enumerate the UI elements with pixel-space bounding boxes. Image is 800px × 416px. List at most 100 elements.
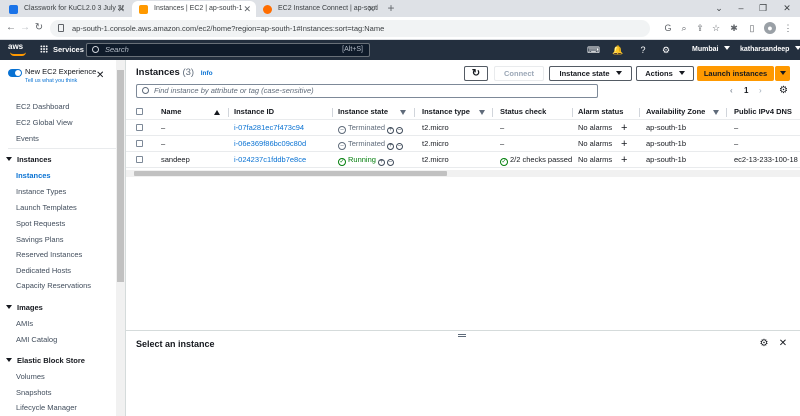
table-horizontal-scrollbar[interactable] bbox=[126, 170, 800, 177]
sidebar-section-instances[interactable]: Instances bbox=[6, 155, 52, 164]
help-icon[interactable]: ? bbox=[637, 44, 649, 56]
column-availability-zone[interactable]: Availability Zone bbox=[646, 104, 705, 120]
resize-handle-icon[interactable] bbox=[458, 334, 466, 337]
reload-icon[interactable]: ↻ bbox=[32, 21, 46, 35]
browser-tab-instance-connect[interactable]: EC2 Instance Connect | ap-south... ✕ bbox=[256, 1, 380, 17]
column-name[interactable]: Name bbox=[161, 104, 181, 120]
close-sidebar-icon[interactable]: ✕ bbox=[96, 70, 104, 81]
sidebar-item-spot-requests[interactable]: Spot Requests bbox=[16, 219, 65, 228]
filter-caret-icon[interactable] bbox=[400, 110, 406, 115]
zoom-in-icon[interactable]: + bbox=[387, 143, 395, 150]
table-row[interactable]: sandeep i-024237c1fddb7e8ce ✓ Running + – t… bbox=[126, 152, 800, 168]
add-alarm-icon[interactable]: + bbox=[621, 120, 627, 136]
profile-avatar[interactable]: ● bbox=[764, 22, 776, 34]
browser-tab-instances[interactable]: Instances | EC2 | ap-south-1 ✕ bbox=[132, 1, 256, 17]
close-tab-icon[interactable]: ✕ bbox=[117, 1, 125, 17]
refresh-button[interactable]: ↻ bbox=[464, 66, 488, 81]
bookmark-star-icon[interactable]: ☆ bbox=[710, 22, 722, 34]
zoom-out-icon[interactable]: – bbox=[396, 127, 404, 134]
aws-logo[interactable]: aws bbox=[8, 42, 30, 58]
zoom-in-icon[interactable]: + bbox=[377, 159, 385, 166]
sidebar-item-snapshots[interactable]: Snapshots bbox=[16, 388, 51, 397]
filter-caret-icon[interactable] bbox=[713, 110, 719, 115]
instance-state-dropdown[interactable]: Instance state bbox=[549, 66, 632, 81]
settings-gear-icon[interactable]: ⚙ bbox=[660, 44, 672, 56]
sidebar-item-events[interactable]: Events bbox=[16, 134, 39, 143]
region-selector[interactable]: Mumbai bbox=[692, 40, 731, 60]
sidebar-item-reserved-instances[interactable]: Reserved Instances bbox=[16, 250, 82, 259]
add-alarm-icon[interactable]: + bbox=[621, 152, 627, 168]
info-link[interactable]: Info bbox=[201, 70, 213, 77]
filter-input[interactable]: Find instance by attribute or tag (case-… bbox=[136, 84, 598, 98]
instance-id-link[interactable]: i-07fa281ec7f473c94 bbox=[234, 120, 304, 136]
new-tab-icon[interactable]: + bbox=[384, 1, 398, 15]
tab-search-icon[interactable]: ⌄ bbox=[708, 0, 730, 17]
url-field[interactable]: ap-south-1.console.aws.amazon.com/ec2/ho… bbox=[50, 20, 650, 37]
sidebar-item-instances[interactable]: Instances bbox=[16, 171, 51, 180]
filter-caret-icon[interactable] bbox=[479, 110, 485, 115]
sidebar-item-instance-types[interactable]: Instance Types bbox=[16, 187, 66, 196]
instance-id-link[interactable]: i-06e369f86bc09c80d bbox=[234, 136, 306, 152]
close-tab-icon[interactable]: ✕ bbox=[243, 1, 251, 17]
launch-instances-dropdown[interactable] bbox=[775, 66, 790, 81]
sidebar-item-dedicated-hosts[interactable]: Dedicated Hosts bbox=[16, 266, 71, 275]
row-checkbox[interactable] bbox=[136, 156, 143, 163]
browser-menu-icon[interactable]: ⋮ bbox=[782, 22, 794, 34]
sidebar-scrollbar[interactable] bbox=[116, 60, 125, 416]
zoom-out-icon[interactable]: – bbox=[386, 159, 394, 166]
browser-tab-classwork[interactable]: Classwork for KuCL2.0 3 July 20... ✕ bbox=[2, 1, 130, 17]
account-menu[interactable]: katharsandeep bbox=[740, 40, 800, 60]
launch-instances-button[interactable]: Launch instances bbox=[697, 66, 774, 81]
sort-ascending-icon[interactable] bbox=[214, 110, 220, 115]
sidebar-section-images[interactable]: Images bbox=[6, 303, 43, 312]
instance-id-link[interactable]: i-024237c1fddb7e8ce bbox=[234, 152, 306, 168]
feedback-link[interactable]: Tell us what you think bbox=[25, 78, 77, 84]
sidebar-item-volumes[interactable]: Volumes bbox=[16, 372, 45, 381]
side-panel-icon[interactable]: ▯ bbox=[746, 22, 758, 34]
split-panel-settings-gear-icon[interactable]: ⚙ bbox=[758, 338, 770, 350]
sidebar-item-ec2-dashboard[interactable]: EC2 Dashboard bbox=[16, 102, 69, 111]
sidebar-item-ec2-global-view[interactable]: EC2 Global View bbox=[16, 118, 73, 127]
sidebar-item-ami-catalog[interactable]: AMI Catalog bbox=[16, 335, 57, 344]
column-instance-state[interactable]: Instance state bbox=[338, 104, 388, 120]
search-input[interactable]: Search [Alt+S] bbox=[86, 43, 370, 57]
extensions-icon[interactable]: ✱ bbox=[728, 22, 740, 34]
maximize-icon[interactable]: ❐ bbox=[752, 0, 774, 17]
share-icon[interactable]: ⇪ bbox=[694, 22, 706, 34]
row-checkbox[interactable] bbox=[136, 124, 143, 131]
sidebar-item-lifecycle-manager[interactable]: Lifecycle Manager bbox=[16, 403, 77, 412]
horizontal-scroll-thumb[interactable] bbox=[134, 171, 447, 176]
close-tab-icon[interactable]: ✕ bbox=[367, 1, 375, 17]
back-icon[interactable]: ← bbox=[4, 21, 18, 35]
next-page-icon[interactable]: › bbox=[759, 85, 762, 97]
previous-page-icon[interactable]: ‹ bbox=[730, 85, 733, 97]
sidebar-item-savings-plans[interactable]: Savings Plans bbox=[16, 235, 64, 244]
sidebar-item-amis[interactable]: AMIs bbox=[16, 319, 33, 328]
sidebar-scroll-thumb[interactable] bbox=[117, 70, 124, 282]
column-instance-type[interactable]: Instance type bbox=[422, 104, 470, 120]
sidebar-item-launch-templates[interactable]: Launch Templates bbox=[16, 203, 77, 212]
table-row[interactable]: – i-06e369f86bc09c80d – Terminated + – t2.m… bbox=[126, 136, 800, 152]
sidebar-item-capacity-reservations[interactable]: Capacity Reservations bbox=[16, 281, 91, 290]
close-window-icon[interactable]: ✕ bbox=[776, 0, 798, 17]
zoom-out-icon[interactable]: – bbox=[396, 143, 404, 150]
preferences-gear-icon[interactable]: ⚙ bbox=[779, 85, 788, 97]
table-row[interactable]: – i-07fa281ec7f473c94 – Terminated + – t2.m… bbox=[126, 120, 800, 136]
new-experience-toggle[interactable] bbox=[8, 69, 22, 77]
column-instance-id[interactable]: Instance ID bbox=[234, 104, 274, 120]
zoom-in-icon[interactable]: + bbox=[387, 127, 395, 134]
column-public-ipv4-dns[interactable]: Public IPv4 DNS bbox=[734, 104, 792, 120]
forward-icon[interactable]: → bbox=[18, 21, 32, 35]
sidebar-section-elastic-block-store[interactable]: Elastic Block Store bbox=[6, 356, 85, 365]
minimize-icon[interactable]: – bbox=[730, 0, 752, 17]
row-checkbox[interactable] bbox=[136, 140, 143, 147]
close-panel-icon[interactable]: ✕ bbox=[777, 338, 789, 350]
add-alarm-icon[interactable]: + bbox=[621, 136, 627, 152]
google-icon[interactable]: G bbox=[662, 22, 674, 34]
connect-button[interactable]: Connect bbox=[494, 66, 544, 81]
select-all-checkbox[interactable] bbox=[136, 108, 143, 115]
notifications-bell-icon[interactable]: 🔔 bbox=[612, 44, 624, 56]
services-menu[interactable]: Services bbox=[40, 40, 84, 60]
column-alarm-status[interactable]: Alarm status bbox=[578, 104, 623, 120]
column-status-check[interactable]: Status check bbox=[500, 104, 546, 120]
